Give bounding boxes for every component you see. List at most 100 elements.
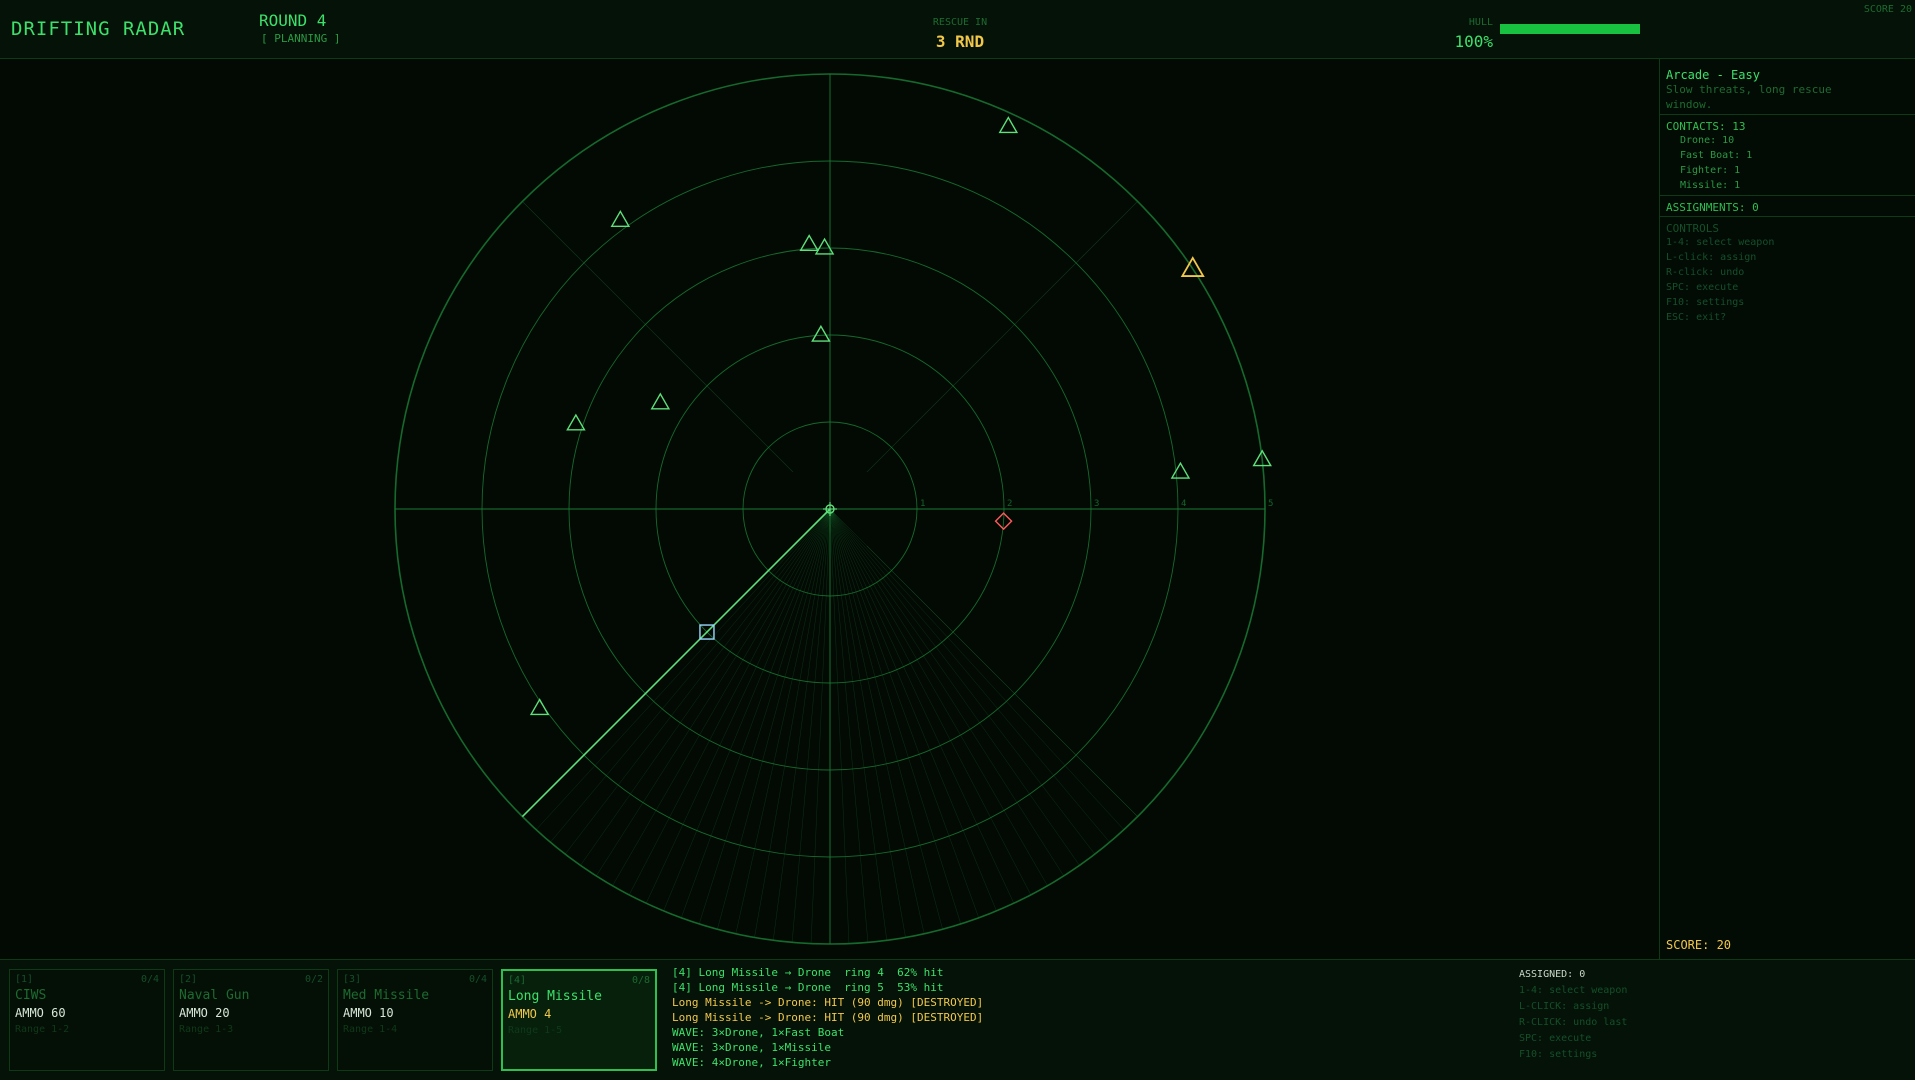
aim-cone — [521, 508, 1138, 944]
round-indicator: ROUND 4 — [259, 11, 327, 30]
contacts-section: CONTACTS: 13 Drone: 10 Fast Boat: 1 Figh… — [1660, 120, 1915, 196]
help-line: SPC: execute — [1519, 1033, 1592, 1044]
weapon-card-long-missile[interactable]: [4] 0/8 Long Missile AMMO 4 Range 1-5 — [501, 969, 657, 1071]
weapon-name: Naval Gun — [179, 988, 250, 1003]
contact-triangle[interactable] — [811, 324, 831, 342]
weapon-name: Long Missile — [508, 989, 602, 1004]
log-line: WAVE: 4×Drone, 1×Fighter — [672, 1056, 831, 1069]
aim-cone-ray — [829, 508, 943, 930]
ring-label: 3 — [1094, 499, 1099, 509]
hull-bar-fill — [1500, 24, 1640, 34]
weapon-key: [3] — [343, 974, 362, 985]
ring-label: 1 — [920, 499, 925, 509]
aim-cone-ray — [612, 508, 831, 886]
aim-cone-ray — [628, 508, 831, 895]
aim-cone-ray — [829, 508, 1064, 877]
aim-cone-ray — [829, 508, 850, 944]
aim-cone-ray — [829, 508, 962, 924]
aim-cone-ray — [735, 508, 831, 934]
rescue-countdown: 3 RND — [935, 32, 985, 51]
weapon-assign-count: 0/8 — [631, 975, 650, 986]
weapon-card-naval-gun[interactable]: [2] 0/2 Naval Gun AMMO 20 Range 1-3 — [173, 969, 329, 1071]
log-line: Long Missile -> Drone: HIT (90 dmg) [DES… — [672, 1011, 984, 1024]
contact-triangle[interactable] — [1170, 461, 1191, 479]
hull-percent: 100% — [1454, 32, 1493, 51]
contact-triangle[interactable] — [610, 210, 631, 227]
aim-cone-ray — [564, 508, 831, 855]
mode-title: Arcade - Easy — [1666, 68, 1760, 82]
weapon-key: [4] — [508, 975, 527, 986]
contacts-count: CONTACTS: 13 — [1666, 120, 1746, 133]
assignments-section: ASSIGNMENTS: 0 — [1660, 201, 1915, 217]
hull-caption: HULL — [1468, 17, 1493, 28]
weapon-card-ciws[interactable]: [1] 0/4 CIWS AMMO 60 Range 1-2 — [9, 969, 165, 1071]
contact-triangle[interactable] — [814, 237, 835, 255]
aim-cone-ray — [829, 508, 1125, 830]
aim-cone-ray — [829, 508, 1048, 886]
aim-cone-ray — [829, 508, 1080, 866]
weapon-assign-count: 0/4 — [468, 974, 487, 985]
log-line: [4] Long Missile → Drone ring 4 62% hit — [672, 966, 944, 979]
axis-diagonal — [866, 201, 1138, 473]
radar-scope[interactable]: 1 2 3 4 5 — [0, 59, 1659, 959]
bottom-bar: [1] 0/4 CIWS AMMO 60 Range 1-2 [2] 0/2 N… — [0, 959, 1915, 1080]
contact-triangle[interactable] — [529, 698, 550, 716]
contact-type: Fighter: 1 — [1680, 165, 1741, 176]
weapon-assign-count: 0/2 — [304, 974, 323, 985]
weapon-ammo: AMMO 60 — [15, 1006, 66, 1020]
aim-cone-ray — [645, 508, 831, 904]
contact-type: Missile: 1 — [1680, 180, 1741, 191]
aim-cone-ray — [535, 508, 831, 830]
aim-cone-ray — [829, 508, 1110, 843]
weapon-range: Range 1-3 — [179, 1024, 234, 1035]
help-line: R-CLICK: undo last — [1519, 1017, 1628, 1028]
aim-cone-ray — [550, 508, 831, 843]
contact-selected[interactable] — [1180, 256, 1205, 277]
aim-cone-ray — [663, 508, 831, 911]
assignments-count: ASSIGNMENTS: 0 — [1666, 201, 1759, 214]
combat-log: [4] Long Missile → Drone ring 4 62% hit … — [672, 965, 1472, 1070]
log-line: [4] Long Missile → Drone ring 5 53% hit — [672, 981, 944, 994]
control-hint: L-click: assign — [1666, 252, 1757, 263]
aim-cone-ray — [596, 508, 831, 877]
weapon-name: Med Missile — [343, 988, 430, 1003]
contacts-layer[interactable] — [529, 116, 1272, 716]
phase-indicator: [ PLANNING ] — [261, 32, 341, 45]
assigned-count: ASSIGNED: 0 — [1519, 969, 1586, 980]
weapon-ammo: AMMO 10 — [343, 1006, 394, 1020]
game-title: DRIFTING RADAR — [11, 18, 186, 40]
ring-label: 4 — [1181, 499, 1186, 509]
aim-cone-ray — [829, 508, 1032, 895]
weapon-card-med-missile[interactable]: [3] 0/4 Med Missile AMMO 10 Range 1-4 — [337, 969, 493, 1071]
radar-canvas[interactable]: 1 2 3 4 5 — [0, 59, 1659, 959]
weapon-range: Range 1-5 — [508, 1025, 563, 1036]
weapon-ammo: AMMO 4 — [508, 1007, 552, 1021]
help-line: L-CLICK: assign — [1519, 1001, 1610, 1012]
contact-triangle[interactable] — [650, 392, 671, 410]
contact-triangle[interactable] — [998, 116, 1019, 134]
control-hint: ESC: exit? — [1666, 312, 1727, 323]
aim-cone-ray — [791, 508, 831, 943]
aim-cone-ray — [810, 508, 831, 944]
weapon-key: [2] — [179, 974, 198, 985]
log-line: WAVE: 3×Drone, 1×Missile — [672, 1041, 831, 1054]
weapon-range: Range 1-2 — [15, 1024, 70, 1035]
aim-cone-ray — [829, 508, 925, 934]
control-hint: F10: settings — [1666, 297, 1745, 308]
mode-section: Arcade - Easy Slow threats, long rescue … — [1660, 68, 1915, 115]
weapon-assign-count: 0/4 — [140, 974, 159, 985]
top-bar: DRIFTING RADAR ROUND 4 [ PLANNING ] RESC… — [0, 0, 1915, 59]
controls-heading: CONTROLS — [1666, 222, 1719, 235]
ring-labels: 1 2 3 4 5 — [920, 499, 1273, 509]
log-line: WAVE: 3×Drone, 1×Fast Boat — [672, 1026, 845, 1039]
hull-bar — [1500, 24, 1640, 34]
panel-score: SCORE: 20 — [1666, 938, 1732, 952]
help-line: F10: settings — [1519, 1049, 1598, 1060]
weapon-key: [1] — [15, 974, 34, 985]
help-box: ASSIGNED: 0 1-4: select weapon L-CLICK: … — [1519, 967, 1719, 1063]
weapon-range: Range 1-4 — [343, 1024, 398, 1035]
controls-section: CONTROLS 1-4: select weapon L-click: ass… — [1660, 222, 1915, 325]
aim-cone-ray — [829, 508, 1015, 904]
rescue-caption: RESCUE IN — [932, 17, 988, 28]
weapon-ammo: AMMO 20 — [179, 1006, 230, 1020]
